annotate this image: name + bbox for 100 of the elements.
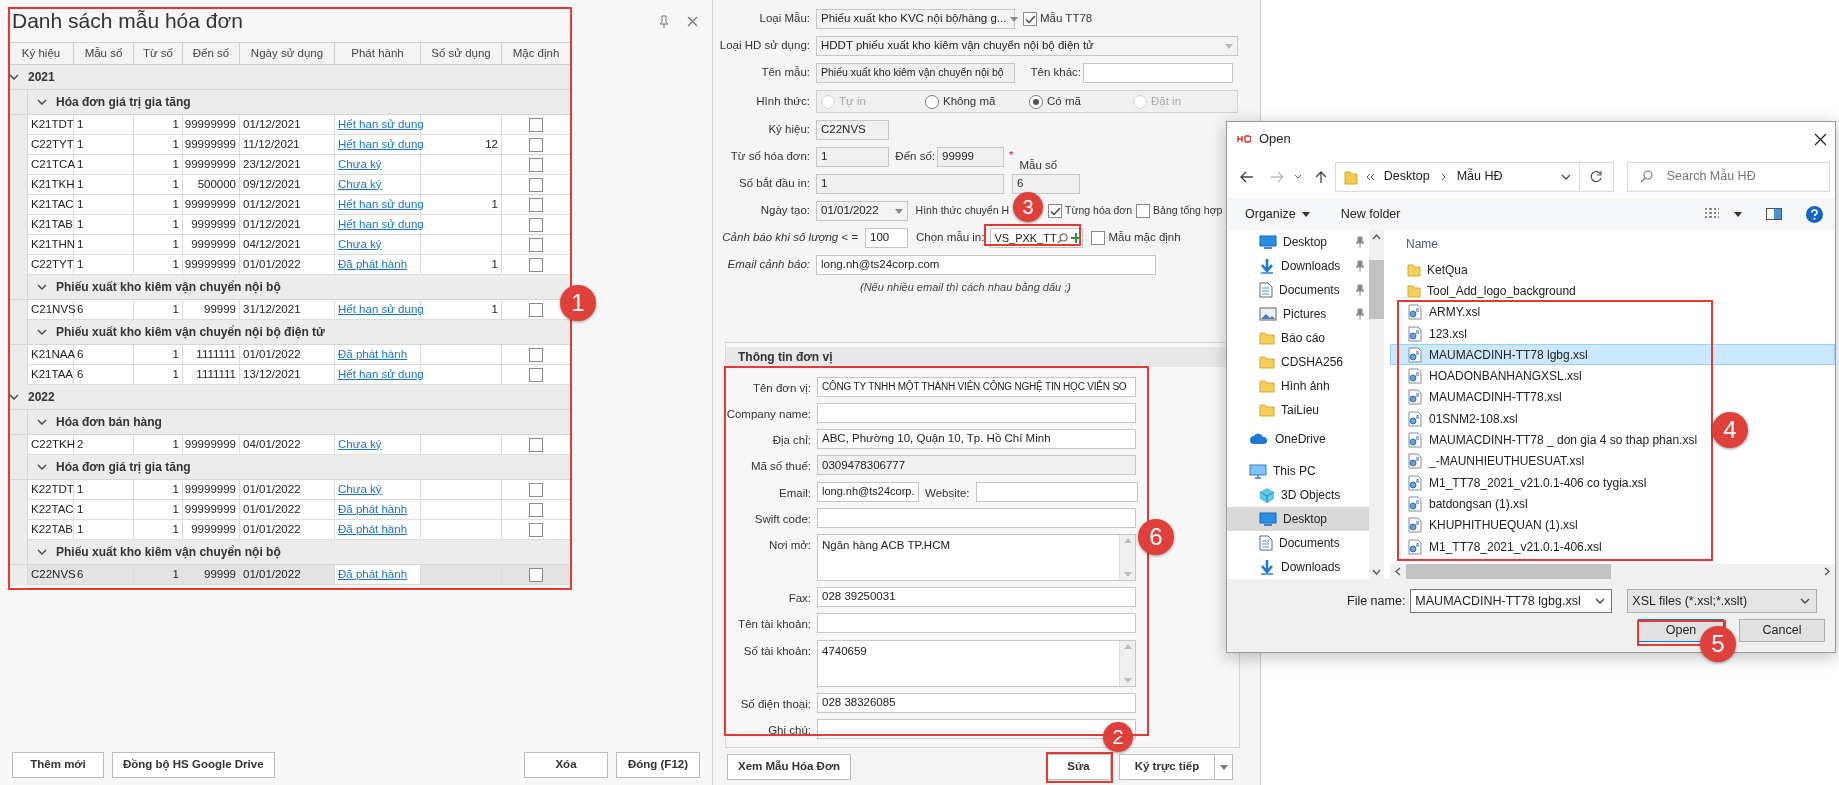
scrollbar[interactable] — [1369, 230, 1384, 579]
chevron-down-icon[interactable] — [1595, 598, 1606, 604]
checkbox[interactable] — [529, 302, 543, 317]
address-bar[interactable]: Desktop Mẫu HĐ — [1334, 161, 1580, 192]
table-row[interactable]: K22TDT 1 1 99999999 01/01/2022 Chưa ký — [9, 480, 571, 500]
status-link[interactable]: Chưa ký — [338, 155, 382, 174]
file-item[interactable]: KetQua — [1390, 259, 1473, 281]
checkbox[interactable] — [529, 217, 543, 232]
column-header[interactable]: Ký hiệu — [9, 43, 74, 64]
checkbox[interactable] — [529, 502, 543, 517]
checkbox[interactable] — [529, 522, 543, 537]
input-field[interactable] — [817, 402, 1136, 423]
table-row[interactable]: C21NVS6 1 99999 31/12/2021 Hết han sử dung 1 — [9, 300, 571, 320]
checkbox[interactable] — [529, 367, 543, 382]
column-header[interactable]: Phát hành — [335, 43, 421, 64]
input-field[interactable]: C22NVS — [816, 120, 889, 140]
button[interactable]: Sửa — [1046, 754, 1111, 780]
status-link[interactable]: Hết han sử dung — [338, 135, 424, 154]
table-row[interactable]: C21TCA 1 1 99999999 23/12/2021 Chưa ký — [9, 155, 571, 175]
scroll-thumb[interactable] — [1369, 260, 1384, 319]
view-options-icon[interactable] — [1704, 208, 1720, 220]
checkbox[interactable] — [529, 137, 543, 152]
column-header[interactable]: Mặc định — [502, 43, 571, 64]
input-field[interactable]: long.nh@ts24corp. — [817, 481, 919, 502]
checkbox[interactable] — [529, 157, 543, 172]
status-link[interactable]: Hết han sử dung — [338, 365, 424, 384]
file-item[interactable]: M1_TT78_2021_v21.0.1-406 co tygia.xsl — [1390, 471, 1652, 494]
status-link[interactable]: Chưa ký — [338, 175, 382, 194]
nav-item[interactable]: TaiLieu — [1227, 398, 1369, 422]
nav-item[interactable]: Desktop — [1227, 230, 1369, 254]
text-area[interactable]: Ngân hàng ACB TP.HCM — [817, 534, 1136, 581]
button[interactable]: Xem Mẫu Hóa Đơn — [727, 754, 851, 780]
chevron-icon[interactable] — [9, 74, 19, 80]
checkbox[interactable] — [529, 347, 543, 362]
file-item[interactable]: _-MAUNHIEUTHUESUAT.xsl — [1390, 450, 1590, 472]
input-field[interactable]: 6 — [1012, 174, 1080, 194]
status-link[interactable]: Chưa ký — [338, 435, 382, 454]
chevron-down-icon[interactable] — [1560, 173, 1571, 180]
pin-icon[interactable] — [659, 14, 669, 28]
double-chevron-icon[interactable] — [1365, 172, 1375, 181]
chevron-icon[interactable] — [37, 284, 47, 290]
status-link[interactable]: Đã phát hành — [338, 345, 408, 364]
checkbox[interactable] — [529, 197, 543, 212]
nav-item[interactable]: Hình ảnh — [1227, 374, 1369, 398]
nav-item[interactable]: This PC — [1227, 459, 1369, 483]
input-field[interactable]: ABC, Phường 10, Quận 10, Tp. Hồ Chí Minh — [817, 429, 1136, 449]
dropdown-field[interactable]: Phiếu xuất kho KVC nội bộ/hàng g... — [816, 9, 1015, 29]
toolbar-button[interactable]: Organize — [1245, 204, 1310, 224]
up-arrow-icon[interactable] — [1314, 169, 1327, 184]
search-field[interactable]: Search Mẫu HĐ — [1626, 161, 1830, 192]
file-item[interactable]: ARMY.xsl — [1390, 301, 1486, 323]
input-field[interactable]: 0309478306777 — [817, 455, 1136, 476]
checkbox[interactable] — [529, 257, 543, 272]
breadcrumb-item[interactable]: Desktop — [1383, 167, 1430, 186]
input-field[interactable]: long.nh@ts24corp.com — [816, 255, 1156, 275]
chevron-icon[interactable] — [37, 419, 47, 425]
input-field[interactable]: CÔNG TY TNHH MỘT THÀNH VIÊN CÔNG NGHỆ TIN HỌC VIỄN SO — [817, 376, 1136, 397]
status-link[interactable]: Hết han sử dung — [338, 215, 424, 234]
file-item[interactable]: M1_TT78_2021_v21.0.1-406.xsl — [1390, 535, 1607, 558]
scroll-left-icon[interactable] — [1395, 567, 1401, 576]
checkbox[interactable] — [1136, 204, 1151, 218]
input-field[interactable] — [817, 507, 1136, 528]
dropdown-button[interactable] — [1215, 754, 1233, 780]
scroll-up-icon[interactable] — [1372, 234, 1381, 240]
plus-icon[interactable] — [1070, 233, 1081, 243]
button[interactable]: Cancel — [1739, 619, 1825, 642]
nav-item[interactable]: Downloads — [1227, 254, 1369, 278]
column-header[interactable]: Từ số — [134, 43, 183, 64]
radio-button[interactable] — [1029, 94, 1043, 109]
checkbox[interactable] — [529, 567, 543, 582]
text-area[interactable]: 4740659 — [817, 639, 1136, 687]
file-item[interactable]: KHUPHITHUEQUAN (1).xsl — [1390, 514, 1583, 536]
column-header[interactable]: Số sử dụng — [421, 43, 502, 64]
file-item[interactable]: Tool_Add_logo_background — [1390, 280, 1581, 302]
table-row[interactable]: C22TKH 2 1 99999999 04/01/2022 Chưa ký — [9, 435, 571, 455]
nav-item[interactable]: Documents — [1227, 531, 1369, 555]
scroll-down-icon[interactable] — [1372, 569, 1381, 575]
status-link[interactable]: Hết han sử dung — [338, 115, 424, 134]
file-item[interactable]: MAUMACDINH-TT78 _ don gia 4 so thap phan.xsl — [1390, 429, 1703, 451]
status-link[interactable]: Đã phát hành — [338, 520, 408, 539]
status-link[interactable]: Chưa ký — [338, 235, 382, 254]
breadcrumb-item[interactable]: Mẫu HĐ — [1456, 167, 1503, 186]
button[interactable]: Đóng (F12) — [616, 751, 700, 778]
table-row[interactable]: K21NAA 6 1 1111111 01/01/2022 Đã phát hành — [9, 345, 571, 365]
table-row[interactable]: C22TYT 1 1 99999999 01/01/2022 Đã phát hành 1 — [9, 255, 571, 275]
preview-pane-icon[interactable] — [1766, 208, 1782, 220]
back-arrow-icon[interactable] — [1240, 170, 1254, 183]
checkbox[interactable] — [1091, 231, 1106, 245]
input-field[interactable] — [817, 613, 1136, 634]
chevron-icon[interactable] — [9, 394, 19, 400]
nav-item[interactable]: Pictures — [1227, 302, 1369, 326]
table-row[interactable]: C22TYT 1 1 99999999 11/12/2021 Hết han sử dung 12 — [9, 135, 571, 155]
chevron-down-icon[interactable] — [1293, 174, 1302, 179]
input-field[interactable]: 99999 — [937, 147, 1004, 167]
checkbox[interactable] — [529, 437, 543, 452]
scroll-thumb[interactable] — [1406, 564, 1611, 579]
input-field[interactable]: 100 — [865, 228, 908, 248]
file-name-field[interactable]: MAUMACDINH-TT78 lgbg.xsl — [1410, 589, 1613, 613]
chevron-icon[interactable] — [37, 549, 47, 555]
column-header[interactable]: Ngày sử dụng — [240, 43, 335, 64]
